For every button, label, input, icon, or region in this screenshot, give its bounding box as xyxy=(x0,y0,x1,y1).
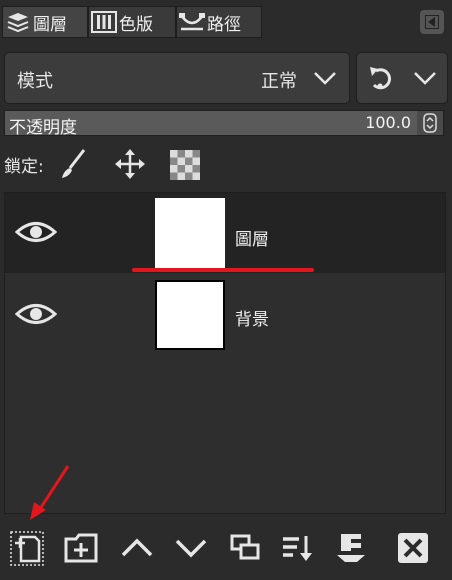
chevron-up-icon xyxy=(121,538,153,557)
anchor-layer-icon xyxy=(337,534,365,562)
lock-alpha-button[interactable] xyxy=(170,150,200,180)
delete-x-icon xyxy=(398,533,428,563)
layer-name[interactable]: 背景 xyxy=(235,305,269,330)
opacity-label: 不透明度 xyxy=(9,118,77,138)
layer-name[interactable]: 圖層 xyxy=(235,225,269,250)
merge-down-icon xyxy=(283,536,312,561)
red-arrow-annotation xyxy=(30,465,70,520)
tab-label: 圖層 xyxy=(33,14,67,35)
duplicate-layer-button[interactable] xyxy=(226,528,264,568)
eye-icon[interactable] xyxy=(15,301,57,327)
raise-layer-button[interactable] xyxy=(118,528,156,568)
lock-position-button[interactable] xyxy=(114,148,146,180)
composite-mode-dropdown[interactable] xyxy=(356,52,448,104)
lock-pixels-button[interactable] xyxy=(58,148,88,180)
layer-row[interactable]: 圖層 xyxy=(5,193,445,273)
tab-label: 路徑 xyxy=(207,14,241,35)
anchor-layer-button[interactable] xyxy=(332,528,370,568)
duplicate-icon xyxy=(230,534,260,560)
chevron-down-icon xyxy=(175,539,207,558)
lower-layer-button[interactable] xyxy=(172,528,210,568)
undo-circle-icon xyxy=(370,67,392,90)
eye-icon[interactable] xyxy=(15,219,57,245)
new-layer-group-button[interactable] xyxy=(62,528,100,568)
layer-thumbnail xyxy=(155,198,225,268)
opacity-slider[interactable]: 不透明度 100.0 xyxy=(4,110,444,138)
tab-paths[interactable]: 路徑 xyxy=(176,6,262,38)
channels-icon xyxy=(89,9,119,35)
tab-label: 色版 xyxy=(119,14,153,35)
layer-thumbnail xyxy=(155,280,225,350)
spinner-arrows-icon xyxy=(423,113,437,133)
paths-icon xyxy=(177,9,207,35)
tab-layers[interactable]: 圖層 xyxy=(2,6,88,38)
mode-label: 模式 xyxy=(17,71,53,92)
lock-label: 鎖定: xyxy=(4,157,44,177)
dock-tab-bar: 圖層 色版 路徑 xyxy=(0,0,452,44)
mode-value: 正常 xyxy=(261,71,297,92)
opacity-value: 100.0 xyxy=(365,113,411,132)
layers-icon xyxy=(3,9,33,35)
mode-dropdown[interactable]: 模式 正常 xyxy=(4,52,350,104)
tab-menu-button[interactable] xyxy=(420,10,444,34)
paintbrush-icon xyxy=(62,149,86,178)
chevron-down-icon xyxy=(414,72,436,85)
tab-channels[interactable]: 色版 xyxy=(88,6,176,38)
move-arrows-icon xyxy=(115,149,145,179)
checkerboard-icon xyxy=(170,150,200,180)
red-underline-annotation xyxy=(132,268,314,272)
delete-layer-button[interactable] xyxy=(394,528,432,568)
opacity-spinner[interactable] xyxy=(417,111,443,135)
layer-row[interactable]: 背景 xyxy=(5,275,445,355)
chevron-down-icon xyxy=(314,72,336,85)
triangle-left-icon xyxy=(425,15,439,29)
new-layer-button[interactable] xyxy=(8,528,46,568)
merge-down-button[interactable] xyxy=(278,528,316,568)
new-layer-icon xyxy=(10,531,44,566)
folder-add-icon xyxy=(64,533,98,563)
